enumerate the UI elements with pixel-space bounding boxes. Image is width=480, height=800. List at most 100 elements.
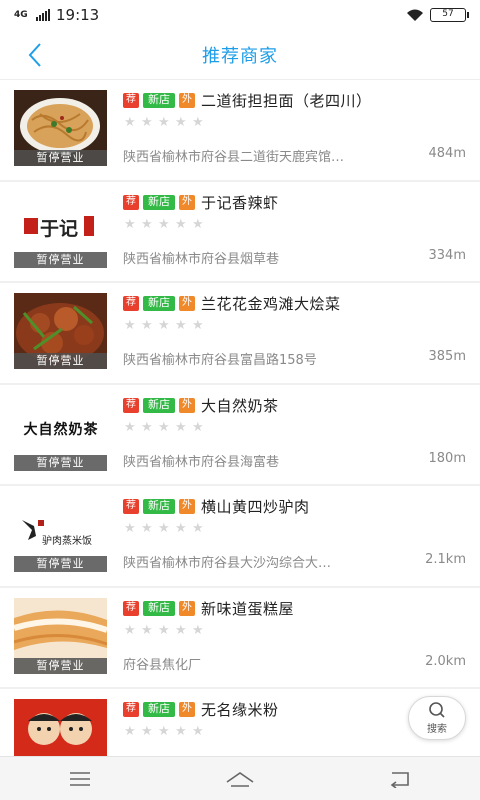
- star-icon: ★: [124, 115, 136, 130]
- star-icon: ★: [175, 115, 187, 130]
- star-icon: ★: [192, 318, 204, 333]
- shop-item[interactable]: 驴肉蒸米饭 暂停营业 荐 新店 外 横山黄四炒驴肉 ★ ★ ★ ★ ★ 陕西省榆林市府谷…: [0, 486, 480, 588]
- recommend-badge: 荐: [123, 296, 139, 311]
- shop-item[interactable]: 暂停营业 荐 新店 外 新味道蛋糕屋 ★ ★ ★ ★ ★ 府谷县焦化厂 2.0km: [0, 587, 480, 689]
- star-icon: ★: [141, 622, 153, 638]
- shop-name: 二道街担担面（老四川）: [201, 92, 372, 110]
- paused-label: 暂停营业: [14, 353, 107, 369]
- shop-address: 陕西省榆林市府谷县海富巷: [123, 454, 280, 470]
- star-icon: ★: [158, 622, 170, 638]
- system-back-button[interactable]: [370, 759, 430, 799]
- star-icon: ★: [141, 419, 153, 435]
- takeout-badge: 外: [179, 296, 195, 311]
- recommend-badge: 荐: [123, 499, 139, 514]
- star-icon: ★: [192, 115, 204, 130]
- shop-thumbnail: 驴肉蒸米饭 暂停营业: [14, 496, 107, 572]
- star-icon: ★: [175, 622, 187, 638]
- shop-name: 无名缘米粉: [201, 701, 279, 719]
- star-icon: ★: [124, 419, 136, 435]
- star-icon: ★: [141, 521, 153, 536]
- shop-thumbnail: 大自然奶茶 暂停营业: [14, 394, 107, 471]
- new-shop-badge: 新店: [143, 600, 175, 616]
- battery-icon: 57: [430, 8, 469, 22]
- recommend-badge: 荐: [123, 194, 139, 210]
- star-icon: ★: [158, 724, 170, 739]
- star-icon: ★: [192, 622, 204, 638]
- star-icon: ★: [124, 318, 136, 333]
- rating-stars: ★ ★ ★ ★ ★: [124, 421, 205, 434]
- rating-stars: ★ ★ ★ ★ ★: [124, 218, 205, 231]
- star-icon: ★: [141, 216, 153, 232]
- menu-button[interactable]: [50, 759, 110, 799]
- star-icon: ★: [175, 521, 187, 536]
- shop-address: 陕西省榆林市府谷县烟草巷: [123, 251, 280, 267]
- shop-distance: 2.0km: [425, 653, 466, 669]
- network-type: 4G: [14, 9, 28, 20]
- recommend-badge: 荐: [123, 93, 139, 108]
- star-icon: ★: [175, 318, 187, 333]
- search-button[interactable]: 搜索: [408, 696, 466, 740]
- recommend-badge: 荐: [123, 702, 139, 717]
- shop-thumbnail: [14, 699, 107, 756]
- shop-item[interactable]: 于记 暂停营业 荐 新店 外 于记香辣虾 ★ ★ ★ ★ ★ 陕西省榆林市府谷县烟草巷 …: [0, 181, 480, 283]
- new-shop-badge: 新店: [143, 702, 175, 717]
- shop-distance: 180m: [428, 450, 466, 466]
- new-shop-badge: 新店: [143, 194, 175, 210]
- paused-label: 暂停营业: [14, 657, 107, 674]
- recommend-badge: 荐: [123, 600, 139, 616]
- status-bar: 4G 19:13 57: [0, 0, 480, 30]
- header: 推荐商家: [0, 30, 480, 80]
- star-icon: ★: [158, 318, 170, 333]
- shop-address: 陕西省榆林市府谷县富昌路158号: [123, 353, 317, 368]
- shop-logo-text: 于记: [40, 217, 79, 240]
- wifi-icon: [407, 9, 423, 21]
- shop-thumbnail: 暂停营业: [14, 90, 107, 166]
- shop-item[interactable]: 暂停营业 荐 新店 外 兰花花金鸡滩大烩菜 ★ ★ ★ ★ ★ 陕西省榆林市府谷县富昌路…: [0, 283, 480, 385]
- star-icon: ★: [175, 419, 187, 435]
- star-icon: ★: [192, 216, 204, 232]
- star-icon: ★: [158, 115, 170, 130]
- shop-distance: 484m: [428, 146, 466, 161]
- new-shop-badge: 新店: [143, 93, 175, 108]
- shop-name: 大自然奶茶: [201, 396, 279, 415]
- shop-thumbnail: 于记 暂停营业: [14, 191, 107, 268]
- star-icon: ★: [158, 521, 170, 536]
- clock: 19:13: [56, 6, 100, 24]
- shop-distance: 334m: [428, 247, 466, 263]
- takeout-badge: 外: [179, 397, 195, 413]
- shop-item[interactable]: 大自然奶茶 暂停营业 荐 新店 外 大自然奶茶 ★ ★ ★ ★ ★ 陕西省榆林市府谷县海…: [0, 384, 480, 486]
- shop-item[interactable]: 暂停营业 荐 新店 外 二道街担担面（老四川） ★ ★ ★ ★ ★ 陕西省榆林市府谷县二…: [0, 80, 480, 182]
- star-icon: ★: [192, 521, 204, 536]
- takeout-badge: 外: [179, 194, 195, 210]
- back-arrow-icon: [390, 771, 409, 788]
- shop-list[interactable]: 暂停营业 荐 新店 外 二道街担担面（老四川） ★ ★ ★ ★ ★ 陕西省榆林市府谷县二…: [0, 80, 480, 756]
- shop-distance: 385m: [428, 349, 466, 364]
- chevron-left-icon: [28, 43, 41, 67]
- shop-logo-text: 大自然奶茶: [23, 421, 99, 438]
- star-icon: ★: [158, 216, 170, 232]
- rating-stars: ★ ★ ★ ★ ★: [124, 624, 205, 637]
- page-title: 推荐商家: [202, 45, 278, 67]
- paused-label: 暂停营业: [14, 454, 107, 471]
- star-icon: ★: [124, 216, 136, 232]
- shop-thumbnail: 暂停营业: [14, 293, 107, 369]
- star-icon: ★: [124, 622, 136, 638]
- takeout-badge: 外: [179, 93, 195, 108]
- back-button[interactable]: [18, 38, 52, 72]
- shop-logo-text: 驴肉蒸米饭: [42, 536, 92, 547]
- recommend-badge: 荐: [123, 397, 139, 413]
- star-icon: ★: [141, 724, 153, 739]
- search-label: 搜索: [427, 724, 447, 735]
- shop-distance: 2.1km: [425, 552, 466, 567]
- takeout-badge: 外: [179, 600, 195, 616]
- takeout-badge: 外: [179, 499, 195, 514]
- shop-address: 陕西省榆林市府谷县大沙沟综合大…: [123, 556, 332, 571]
- home-button[interactable]: [210, 759, 270, 799]
- shop-address: 陕西省榆林市府谷县二道街天鹿宾馆…: [123, 150, 345, 165]
- takeout-badge: 外: [179, 702, 195, 717]
- paused-label: 暂停营业: [14, 150, 107, 166]
- star-icon: ★: [141, 115, 153, 130]
- rating-stars: ★ ★ ★ ★ ★: [124, 116, 205, 129]
- new-shop-badge: 新店: [143, 296, 175, 311]
- new-shop-badge: 新店: [143, 499, 175, 514]
